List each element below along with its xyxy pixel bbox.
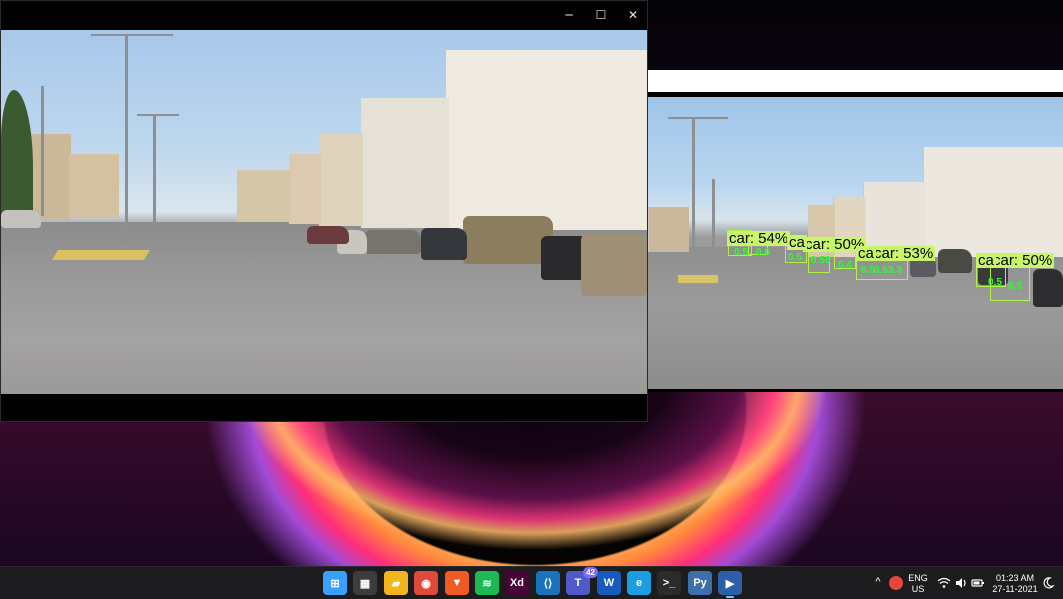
detection-label: car: 53%	[872, 245, 936, 262]
wifi-icon[interactable]	[937, 576, 951, 590]
notification-badge: 42	[583, 567, 598, 578]
detection-score: 0.58	[811, 255, 831, 266]
windows-start-icon[interactable]: ⊞	[323, 571, 347, 595]
parked-car	[421, 228, 467, 260]
vscode-glyph: ⟨⟩	[543, 577, 553, 590]
street-lamp	[125, 36, 128, 242]
detection-score: 0.5	[1008, 281, 1022, 292]
vscode-icon[interactable]: ⟨⟩	[536, 571, 560, 595]
tree	[1, 90, 33, 220]
street-lamp-arm	[91, 34, 173, 36]
building	[69, 154, 119, 218]
detection-score: 0.5	[734, 247, 748, 258]
terminal-icon[interactable]: >_	[657, 571, 681, 595]
window-titlebar[interactable]: ─ ☐ ✕	[1, 1, 647, 29]
close-button[interactable]: ✕	[617, 1, 649, 29]
detection-score: 0.63.3	[874, 265, 902, 276]
python-glyph: Py	[693, 577, 707, 589]
video-frame[interactable]	[1, 30, 647, 394]
media-player-icon[interactable]: ▶	[718, 571, 742, 598]
edge-icon[interactable]: e	[627, 571, 651, 595]
teams-icon[interactable]: T 42	[566, 567, 598, 595]
file-explorer-glyph: ▰	[391, 577, 401, 590]
cell-tower	[41, 86, 44, 216]
microsoft-store-icon[interactable]: ▦	[353, 571, 377, 595]
parked-car	[1, 210, 41, 228]
parked-car	[463, 216, 553, 264]
clock-date[interactable]: 27-11-2021	[990, 584, 1040, 594]
building	[446, 50, 647, 230]
street-lamp-arm	[137, 114, 179, 116]
detection-label: ca	[856, 245, 876, 262]
detection-frame: car: 54% car: 50% ca car: 53% ca car: 50…	[648, 97, 1063, 389]
building	[237, 170, 291, 222]
detection-window-titlebar	[648, 70, 1063, 92]
clock-time[interactable]: 01:23 AM	[990, 573, 1040, 583]
detection-score: 0.5	[988, 277, 1002, 288]
input-language[interactable]: ENG	[906, 573, 930, 583]
teams-glyph: T	[574, 577, 582, 589]
python-icon[interactable]: Py	[688, 571, 712, 595]
curb	[678, 275, 718, 283]
windows-start-glyph: ⊞	[330, 577, 340, 590]
detection-score: 0.4	[838, 260, 852, 271]
brave-glyph: ▼	[451, 577, 463, 589]
input-region[interactable]: US	[906, 584, 930, 594]
word-glyph: W	[603, 577, 615, 589]
adobe-xd-icon[interactable]: Xd	[505, 571, 529, 595]
building	[289, 154, 321, 224]
terminal-glyph: >_	[662, 577, 676, 589]
road-median	[52, 250, 150, 260]
building	[361, 98, 449, 228]
detection-label: car: 50%	[991, 252, 1055, 269]
building	[319, 134, 363, 226]
video-player-window[interactable]: ─ ☐ ✕	[0, 0, 648, 422]
parked-car	[938, 249, 972, 273]
edge-glyph: e	[635, 577, 643, 589]
parked-car	[1033, 269, 1063, 307]
street-lamp-arm	[668, 117, 728, 119]
building	[923, 147, 1063, 257]
spotify-glyph: ≋	[482, 577, 492, 590]
detection-score: 0.6	[756, 247, 770, 258]
parked-car	[307, 226, 349, 244]
file-explorer-icon[interactable]: ▰	[384, 571, 408, 595]
maximize-button[interactable]: ☐	[585, 1, 617, 29]
detection-window[interactable]: car: 54% car: 50% ca car: 53% ca car: 50…	[648, 70, 1063, 392]
adobe-xd-glyph: Xd	[509, 577, 525, 589]
battery-icon[interactable]	[971, 576, 985, 590]
detection-label: ca	[787, 234, 807, 251]
media-player-glyph: ▶	[725, 577, 735, 590]
street-lamp	[153, 116, 156, 228]
chrome-glyph: ◉	[421, 577, 431, 590]
focus-assist-moon-icon[interactable]	[1041, 576, 1055, 590]
tray-app-icon[interactable]	[889, 576, 903, 590]
chrome-icon[interactable]: ◉	[414, 571, 438, 595]
brave-icon[interactable]: ▼	[445, 571, 469, 595]
detection-score: 0.5	[788, 252, 802, 263]
word-icon[interactable]: W	[597, 571, 621, 595]
minimize-button[interactable]: ─	[553, 1, 585, 29]
building	[648, 207, 689, 252]
microsoft-store-glyph: ▦	[359, 577, 371, 590]
street-lamp	[712, 179, 715, 249]
detection-score: 0.5	[861, 265, 875, 276]
parked-car	[581, 234, 647, 296]
taskbar: ⊞ ▦ ▰ ◉ ▼ ≋ Xd ⟨⟩ T 42 We >_ Py ▶ ^ ENG US 01:23 AM 2…	[0, 566, 1063, 599]
spotify-icon[interactable]: ≋	[475, 571, 499, 595]
detection-label: car: 54%	[727, 230, 791, 247]
detection-label: ca	[976, 252, 996, 269]
tray-overflow-chevron[interactable]: ^	[872, 577, 884, 588]
street-lamp	[692, 119, 695, 249]
volume-icon[interactable]	[954, 576, 968, 590]
parked-car	[365, 230, 421, 254]
